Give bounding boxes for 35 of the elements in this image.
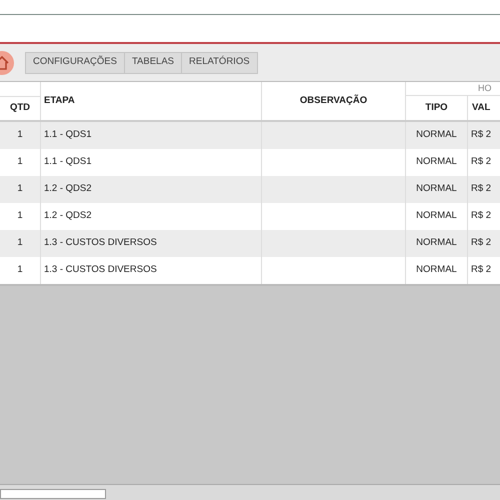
table-cell-text: R$ 2 <box>471 128 492 142</box>
table-cell-text: 1.3 - CUSTOS DIVERSOS <box>44 236 157 250</box>
column-header: TIPO <box>425 100 448 115</box>
column-header: OBSERVAÇÃO <box>300 94 368 108</box>
table-cell-text: NORMAL <box>416 128 457 142</box>
table-cell-text: NORMAL <box>416 182 457 196</box>
menu-tab[interactable]: CONFIGURAÇÕES <box>26 52 125 72</box>
table-cell-text: NORMAL <box>416 236 457 250</box>
table-cell-text: 1.1 - QDS1 <box>44 155 92 170</box>
table-cell-text: 1.1 - QDS1 <box>44 128 92 142</box>
column-header: VAL <box>472 100 490 115</box>
table-cell-text: R$ 2 <box>471 236 492 250</box>
table-cell-text: R$ 2 <box>471 182 492 196</box>
table-cell-text: NORMAL <box>416 263 457 278</box>
table-cell-text: NORMAL <box>416 155 457 170</box>
column-header: QTD <box>10 101 30 116</box>
table-cell-text: 1 <box>17 236 23 250</box>
table-cell-text: 1.2 - QDS2 <box>44 182 92 196</box>
table-cell-text: NORMAL <box>416 209 457 224</box>
scrollbar-track[interactable] <box>0 484 500 500</box>
table-cell-text: R$ 2 <box>471 155 492 170</box>
menu-tab[interactable]: TABELAS <box>124 52 182 72</box>
table-cell-text: R$ 2 <box>471 209 492 224</box>
table-cell-text: 1.3 - CUSTOS DIVERSOS <box>44 263 157 278</box>
group-header: HO <box>478 82 492 95</box>
table-cell-text: 1 <box>17 263 23 278</box>
table-cell-text: 1 <box>17 209 23 224</box>
table-cell-text: 1 <box>17 182 23 196</box>
menu-tab[interactable]: RELATÓRIOS <box>182 52 257 72</box>
table-cell-text: R$ 2 <box>471 263 492 278</box>
table-cell-text: 1.2 - QDS2 <box>44 209 92 224</box>
scrollbar-thumb[interactable] <box>0 489 106 499</box>
column-header: ETAPA <box>44 94 75 108</box>
table-cell-text: 1 <box>17 128 23 142</box>
table-cell-text: 1 <box>17 155 23 170</box>
